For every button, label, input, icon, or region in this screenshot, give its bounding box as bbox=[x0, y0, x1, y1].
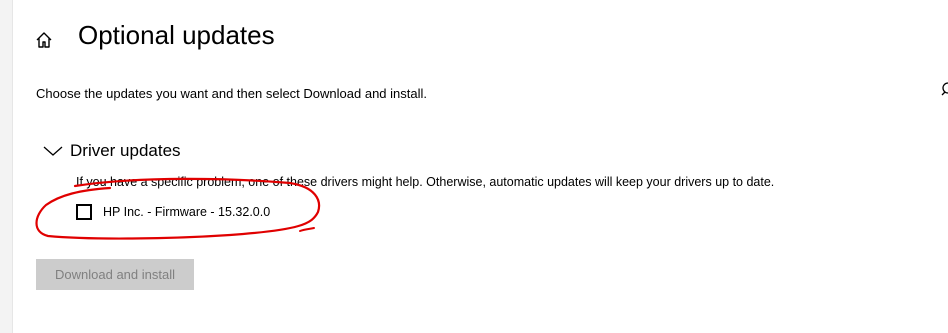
page-title: Optional updates bbox=[78, 20, 275, 50]
update-item-hp-firmware[interactable]: HP Inc. - Firmware - 15.32.0.0 bbox=[76, 204, 270, 220]
section-description: If you have a specific problem, one of t… bbox=[76, 175, 775, 189]
section-title: Driver updates bbox=[70, 141, 181, 160]
chevron-down-icon bbox=[43, 146, 63, 156]
download-install-button[interactable]: Download and install bbox=[36, 259, 194, 290]
driver-updates-header[interactable]: Driver updates bbox=[42, 141, 181, 161]
search-icon bbox=[941, 82, 948, 96]
home-icon[interactable] bbox=[34, 30, 54, 50]
update-item-label: HP Inc. - Firmware - 15.32.0.0 bbox=[103, 205, 271, 219]
window-left-edge bbox=[0, 0, 13, 333]
page-subtitle: Choose the updates you want and then sel… bbox=[36, 86, 427, 101]
update-checkbox[interactable] bbox=[76, 204, 92, 220]
